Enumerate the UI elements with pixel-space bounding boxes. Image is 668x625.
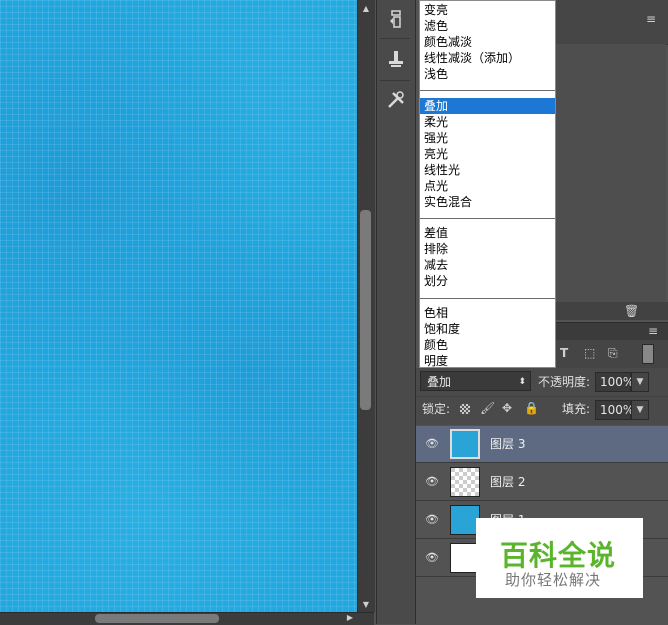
menu-divider: [420, 218, 555, 219]
menu-divider: [420, 90, 555, 91]
upper-panel-footer: [556, 302, 668, 320]
clone-source-icon[interactable]: [384, 46, 408, 70]
fill-label: 填充:: [562, 402, 591, 416]
horizontal-scroll-thumb[interactable]: [95, 614, 219, 623]
lock-label: 锁定:: [422, 402, 451, 416]
menu-item-linear-dodge[interactable]: 线性减淡（添加）: [423, 50, 520, 66]
menu-item-screen[interactable]: 滤色: [423, 18, 448, 34]
menu-item-hue[interactable]: 色相: [423, 305, 448, 321]
menu-item-pin-light[interactable]: 点光: [423, 178, 448, 194]
menu-item-color[interactable]: 颜色: [423, 337, 448, 353]
fill-input[interactable]: 100%: [595, 400, 634, 420]
eye-icon[interactable]: 👁: [424, 552, 440, 563]
menu-item-lighten[interactable]: 变亮: [423, 2, 448, 18]
type-filter-icon[interactable]: T: [560, 346, 568, 360]
menu-item-saturation[interactable]: 饱和度: [423, 321, 460, 337]
eye-icon[interactable]: 👁: [424, 476, 440, 487]
panel-menu-icon[interactable]: ≡: [646, 12, 656, 26]
menu-item-hard-mix[interactable]: 实色混合: [423, 194, 472, 210]
layer-name: 图层 3: [490, 437, 526, 451]
select-arrows-icon: ⬍: [518, 377, 526, 387]
eye-icon[interactable]: 👁: [424, 514, 440, 525]
menu-item-soft-light[interactable]: 柔光: [423, 114, 448, 130]
scroll-right-arrow-icon[interactable]: ▶: [344, 613, 356, 623]
watermark-title: 百科全说: [500, 539, 617, 572]
menu-item-difference[interactable]: 差值: [423, 225, 448, 241]
menu-divider: [420, 298, 555, 299]
lock-transparent-pixels-icon[interactable]: [460, 404, 470, 414]
upper-panel-content: [556, 44, 666, 302]
blend-mode-select[interactable]: 叠加 ⬍: [420, 371, 531, 391]
lock-image-pixels-icon[interactable]: 🖌: [480, 401, 495, 415]
dock-divider: [380, 38, 410, 39]
dock-divider: [380, 80, 410, 81]
opacity-input[interactable]: 100%: [595, 372, 634, 392]
eye-icon[interactable]: 👁: [424, 438, 440, 449]
blend-mode-dropdown-menu: 变亮 滤色 颜色减淡 线性减淡（添加） 浅色 叠加 柔光 强光 亮光 线性光 点…: [419, 0, 556, 368]
opacity-dropdown-button[interactable]: ▼: [631, 372, 649, 392]
menu-item-linear-light[interactable]: 线性光: [423, 162, 460, 178]
opacity-label: 不透明度:: [538, 375, 591, 389]
menu-item-overlay[interactable]: 叠加: [420, 98, 555, 114]
menu-item-lighter-color[interactable]: 浅色: [423, 66, 448, 82]
layers-panel-menu-icon[interactable]: ≡: [648, 324, 658, 338]
menu-item-exclusion[interactable]: 排除: [423, 241, 448, 257]
vertical-scroll-thumb[interactable]: [360, 210, 371, 410]
shape-filter-icon[interactable]: ⬚: [584, 346, 595, 360]
lock-all-icon[interactable]: 🔒: [524, 401, 539, 415]
menu-item-vivid-light[interactable]: 亮光: [423, 146, 448, 162]
menu-item-divide[interactable]: 划分: [423, 273, 448, 289]
filter-toggle[interactable]: [642, 344, 654, 364]
history-icon[interactable]: [384, 7, 408, 31]
trash-icon[interactable]: 🗑: [624, 304, 639, 318]
tools-icon[interactable]: [384, 88, 408, 112]
smart-object-filter-icon[interactable]: ⎘: [608, 346, 618, 361]
layer-row-2[interactable]: 👁 图层 2: [416, 464, 668, 501]
layer-name: 图层 2: [490, 475, 526, 489]
menu-item-hard-light[interactable]: 强光: [423, 130, 448, 146]
document-canvas[interactable]: [0, 0, 357, 612]
layer-thumbnail: [450, 467, 480, 497]
menu-item-luminosity[interactable]: 明度: [423, 353, 448, 369]
scroll-up-arrow-icon[interactable]: ▲: [360, 4, 372, 14]
watermark-subtitle: 助你轻松解决: [505, 571, 602, 589]
menu-item-subtract[interactable]: 减去: [423, 257, 448, 273]
layer-thumbnail: [450, 429, 480, 459]
scroll-down-arrow-icon[interactable]: ▼: [360, 600, 372, 610]
menu-item-color-dodge[interactable]: 颜色减淡: [423, 34, 472, 50]
layer-row-3[interactable]: 👁 图层 3: [416, 426, 668, 463]
lock-position-icon[interactable]: ✥: [502, 401, 512, 415]
fill-dropdown-button[interactable]: ▼: [631, 400, 649, 420]
blend-mode-value: 叠加: [427, 375, 452, 389]
